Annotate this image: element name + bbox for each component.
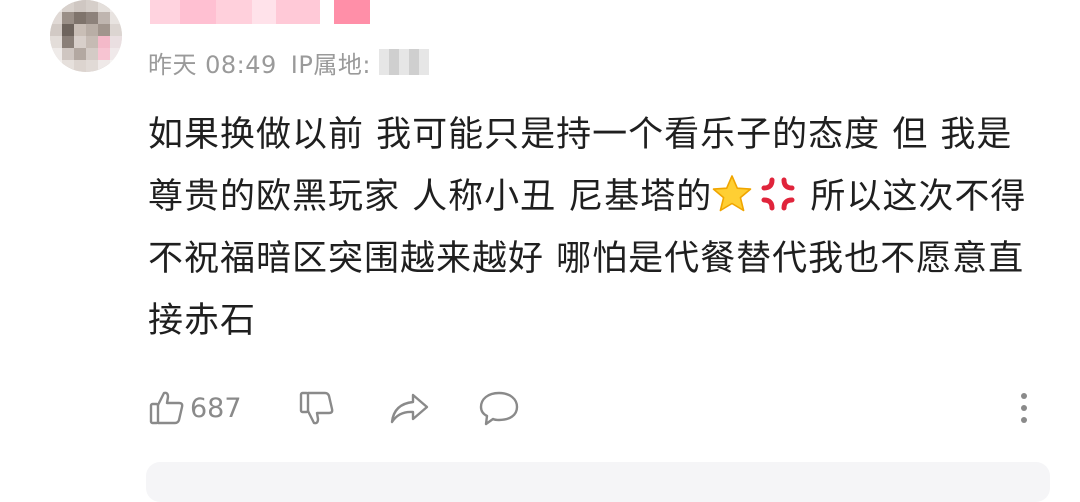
replies-preview-box[interactable]	[146, 462, 1050, 502]
share-button[interactable]	[388, 388, 430, 428]
dislike-button[interactable]	[298, 388, 336, 428]
ip-location-label: IP属地:	[290, 50, 371, 79]
more-vertical-icon	[1021, 393, 1027, 423]
anger-symbol-emoji-icon	[761, 177, 795, 211]
more-options-button[interactable]	[1018, 388, 1030, 428]
like-count: 687	[190, 392, 242, 424]
username-obscured[interactable]	[150, 0, 380, 28]
thumbs-down-icon	[299, 391, 334, 425]
reply-button[interactable]	[478, 388, 520, 428]
comment-time: 昨天 08:49	[148, 50, 277, 79]
speech-bubble-icon	[479, 391, 519, 426]
ip-location-value-obscured	[378, 49, 429, 75]
share-arrow-icon	[390, 393, 429, 424]
comment-action-bar: 687	[148, 388, 1048, 428]
comment-text: 如果换做以前 我可能只是持一个看乐子的态度 但 我是尊贵的欧黑玩家 人称小丑 尼…	[148, 104, 1028, 352]
thumbs-up-icon	[149, 391, 184, 425]
comment-meta: 昨天 08:49 IP属地:	[148, 44, 429, 80]
avatar[interactable]	[50, 0, 122, 72]
like-button[interactable]: 687	[148, 388, 242, 428]
star-emoji-icon	[712, 175, 752, 212]
